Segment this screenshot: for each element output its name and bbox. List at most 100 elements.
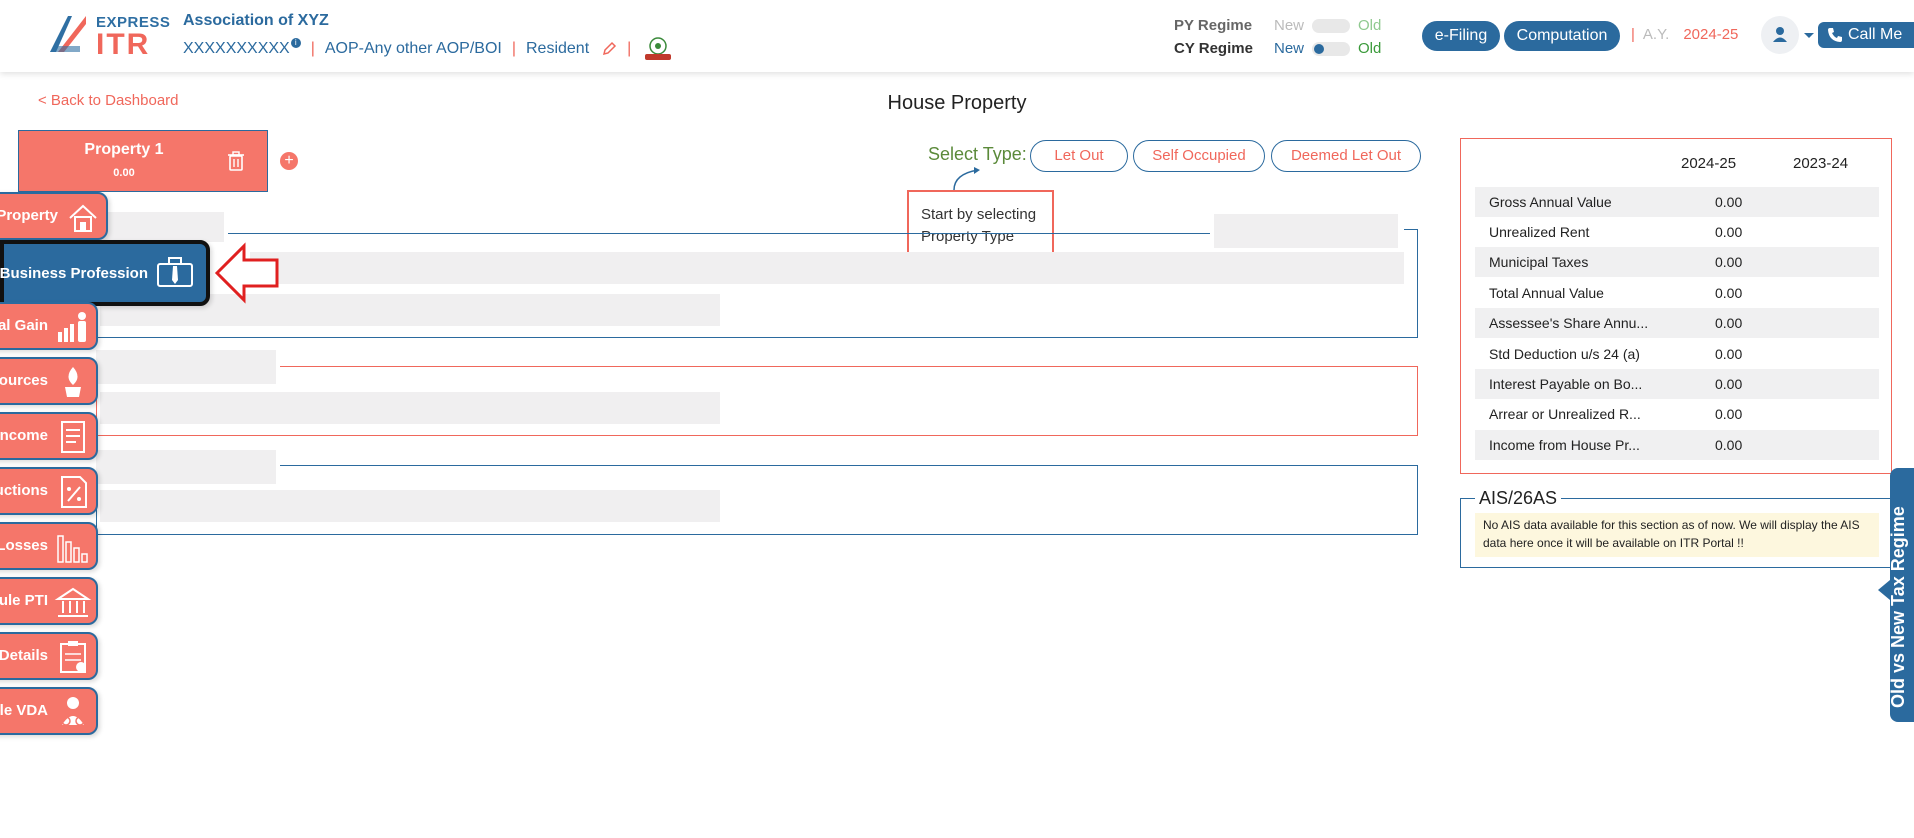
edit-pencil-icon[interactable] <box>601 41 617 57</box>
add-property-button[interactable]: + <box>280 152 298 170</box>
top-header: EXPRESS ITR Association of XYZ XXXXXXXXX… <box>0 0 1914 72</box>
toggle-knob <box>1314 44 1324 55</box>
computation-button[interactable]: Computation <box>1504 21 1620 51</box>
tab-house-property[interactable]: Property <box>0 192 108 240</box>
tab-schedule-vda[interactable]: ule VDA <box>0 687 98 735</box>
tab-label: ources <box>0 372 48 389</box>
section-divider <box>228 233 1210 234</box>
row-label: Assessee's Share Annu... <box>1489 315 1649 331</box>
cy-regime-label: CY Regime <box>1174 40 1253 57</box>
tab-label: al Gain <box>0 317 48 334</box>
py-regime-new: New <box>1274 17 1305 34</box>
table-row: Std Deduction u/s 24 (a) 0.00 <box>1475 339 1879 369</box>
row-value: 0.00 <box>1715 254 1743 270</box>
summary-panel: 2024-25 2023-24 Gross Annual Value 0.00 U… <box>1460 138 1892 474</box>
table-row: Total Annual Value 0.00 <box>1475 278 1879 308</box>
logo-itr-text: ITR <box>96 28 151 61</box>
separator: | <box>511 40 516 57</box>
py-regime-row: PY Regime New Old <box>1174 17 1381 34</box>
tab-label: Business Profession <box>0 265 148 282</box>
tab-deductions[interactable]: uctions <box>0 467 98 515</box>
tab-label: ncome <box>0 427 48 444</box>
table-row: Interest Payable on Bo... 0.00 <box>1475 369 1879 399</box>
row-value: 0.00 <box>1715 285 1743 301</box>
tab-label: ule PTI <box>0 592 48 609</box>
call-me-button[interactable]: Call Me <box>1818 22 1914 48</box>
declining-chart-icon <box>57 535 88 563</box>
section-divider <box>280 465 1418 466</box>
separator: | <box>627 40 632 57</box>
old-vs-new-regime-tab[interactable]: Old vs New Tax Regime <box>1888 468 1914 722</box>
row-value: 0.00 <box>1715 376 1743 392</box>
table-row: Unrealized Rent 0.00 <box>1475 217 1879 247</box>
row-label: Municipal Taxes <box>1489 254 1589 270</box>
bank-icon <box>54 587 92 617</box>
col-header-2024-25: 2024-25 <box>1681 155 1737 172</box>
select-type-label: Select Type: <box>928 144 1027 164</box>
tooltip-pointer <box>953 167 980 190</box>
tab-label: Losses <box>0 537 48 554</box>
call-me-label: Call Me <box>1848 26 1903 43</box>
highlight-arrow-icon <box>214 242 279 304</box>
info-icon[interactable]: i <box>290 38 301 48</box>
tab-other-sources[interactable]: ources <box>0 357 98 405</box>
property-name: Property 1 <box>84 141 164 158</box>
field-placeholder <box>96 350 276 384</box>
row-value: 0.00 <box>1715 194 1743 210</box>
tab-exempt-income[interactable]: ncome <box>0 412 98 460</box>
ay-value: 2024-25 <box>1683 26 1739 43</box>
regime-tab-label: Old vs New Tax Regime <box>1888 506 1908 708</box>
property-value: 0.00 <box>113 167 135 179</box>
briefcase-icon <box>157 257 193 287</box>
house-icon <box>69 204 97 232</box>
separator: | <box>1631 26 1635 43</box>
field-placeholder <box>100 490 720 522</box>
tab-label: uctions <box>0 482 48 499</box>
table-row: Arrear or Unrealized R... 0.00 <box>1475 399 1879 429</box>
row-label: Total Annual Value <box>1489 285 1604 301</box>
py-regime-toggle <box>1312 19 1350 34</box>
assessee-name: Association of XYZ <box>183 12 329 29</box>
tab-capital-gain[interactable]: al Gain <box>0 302 98 350</box>
express-itr-logo[interactable]: EXPRESS ITR <box>46 12 170 61</box>
row-value: 0.00 <box>1715 406 1743 422</box>
crypto-person-icon <box>61 697 85 726</box>
property-card[interactable]: Property 1 0.00 <box>18 130 268 192</box>
tab-label: Property <box>0 207 58 224</box>
cy-regime-old: Old <box>1358 40 1382 57</box>
trash-icon[interactable] <box>227 151 245 171</box>
assessee-status: AOP-Any other AOP/BOI <box>324 40 502 57</box>
row-value: 0.00 <box>1715 315 1743 331</box>
tab-tax-details[interactable]: Details <box>0 632 98 680</box>
assessment-year[interactable]: | A.Y. 2024-25 <box>1631 26 1738 43</box>
row-label: Unrealized Rent <box>1489 224 1590 240</box>
tab-business-profession[interactable]: Business Profession <box>0 240 210 306</box>
row-label: Gross Annual Value <box>1489 194 1612 210</box>
py-regime-old: Old <box>1358 17 1382 34</box>
tab-label: Details <box>0 647 48 664</box>
tax-percent-icon <box>61 476 87 508</box>
tab-label: ule VDA <box>0 702 48 719</box>
deemed-let-out-option[interactable]: Deemed Let Out <box>1271 140 1421 172</box>
cy-regime-row: CY Regime New Old <box>1174 40 1381 57</box>
chevron-down-icon[interactable] <box>1803 32 1815 40</box>
logo-mark-icon <box>50 16 86 52</box>
cy-regime-new: New <box>1274 40 1305 57</box>
tax-document-icon <box>61 421 85 453</box>
let-out-option[interactable]: Let Out <box>1030 140 1128 172</box>
cy-regime-toggle[interactable] <box>1312 42 1350 57</box>
table-row: Municipal Taxes 0.00 <box>1475 247 1879 277</box>
table-row: Income from House Pr... 0.00 <box>1475 430 1879 460</box>
self-occupied-option[interactable]: Self Occupied <box>1133 140 1265 172</box>
assessee-details: XXXXXXXXXX i | AOP-Any other AOP/BOI | R… <box>183 36 675 62</box>
col-header-2023-24: 2023-24 <box>1793 155 1849 172</box>
efiling-button[interactable]: e-Filing <box>1422 21 1500 51</box>
field-placeholder <box>100 212 224 242</box>
growth-chart-icon <box>58 312 86 342</box>
row-label: Income from House Pr... <box>1489 437 1640 453</box>
tab-losses[interactable]: Losses <box>0 522 98 570</box>
user-avatar[interactable] <box>1761 16 1799 54</box>
plant-icon <box>65 367 81 397</box>
tab-schedule-pti[interactable]: ule PTI <box>0 577 98 625</box>
section-divider <box>280 366 1418 367</box>
